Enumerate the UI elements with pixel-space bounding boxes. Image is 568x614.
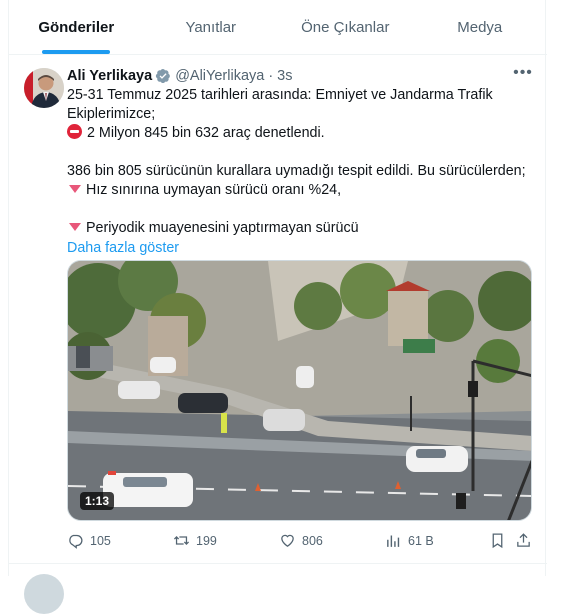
tweet-line-with-emoji: Periyodik muayenesini yaptırmayan sürücü [67, 219, 533, 238]
tab-label: Yanıtlar [185, 18, 237, 36]
tab-media[interactable]: Medya [413, 0, 548, 54]
reply-icon [69, 534, 83, 549]
avatar[interactable] [24, 68, 64, 108]
views-button[interactable]: 61 B [385, 532, 434, 549]
repost-count: 199 [196, 533, 217, 548]
tweet-header: Ali Yerlikaya @AliYerlikaya · 3s ••• [67, 65, 533, 86]
views-chart-icon [387, 535, 400, 547]
tweet-line: 386 bin 805 sürücünün kurallara uymadığı… [67, 163, 526, 179]
tweet-line-with-emoji: 2 Milyon 845 bin 632 araç denetlendi. [67, 124, 533, 143]
views-count: 61 B [408, 533, 434, 548]
separator: · [268, 68, 274, 84]
reply-count: 105 [90, 533, 111, 548]
author-handle[interactable]: @AliYerlikaya [175, 68, 264, 84]
video-thumbnail [68, 261, 531, 520]
red-triangle-down-emoji-icon [69, 223, 81, 231]
tab-replies[interactable]: Yanıtlar [144, 0, 279, 54]
more-options-icon[interactable]: ••• [513, 65, 533, 86]
tweet-line-with-emoji: Hız sınırına uymayan sürücü oranı %24, [67, 181, 533, 200]
reply-button[interactable]: 105 [67, 532, 111, 549]
active-tab-indicator [42, 50, 111, 54]
next-tweet-avatar[interactable] [24, 574, 64, 614]
share-icon [517, 533, 530, 547]
verified-badge-icon [156, 68, 171, 84]
share-button[interactable] [515, 532, 538, 549]
no-entry-emoji-icon [67, 124, 82, 139]
timeline-column: Gönderiler Yanıtlar Öne Çıkanlar Medya A… [8, 0, 547, 614]
author-name[interactable]: Ali Yerlikaya [67, 68, 152, 84]
post-time[interactable]: 3s [277, 68, 292, 84]
tweet-content: Ali Yerlikaya @AliYerlikaya · 3s ••• 25-… [67, 65, 533, 549]
tab-posts[interactable]: Gönderiler [9, 0, 144, 54]
video-player[interactable]: 1:13 [67, 260, 532, 521]
video-duration: 1:13 [80, 492, 115, 510]
tab-label: Öne Çıkanlar [301, 18, 390, 36]
show-more-link[interactable]: Daha fazla göster [67, 239, 533, 258]
tweet-line: 25-31 Temmuz 2025 tarihleri arasında: Em… [67, 87, 493, 122]
repost-button[interactable]: 199 [173, 532, 217, 549]
profile-tabs: Gönderiler Yanıtlar Öne Çıkanlar Medya [9, 0, 547, 55]
repost-icon [173, 536, 190, 545]
bookmark-button[interactable] [489, 532, 512, 549]
tab-label: Medya [457, 18, 503, 36]
like-count: 806 [302, 533, 323, 548]
red-triangle-down-emoji-icon [69, 185, 81, 193]
tweet-actions: 105 199 806 61 B [67, 532, 533, 552]
tweet-text: 25-31 Temmuz 2025 tarihleri arasında: Em… [67, 86, 533, 238]
tab-highlights[interactable]: Öne Çıkanlar [278, 0, 413, 54]
tab-label: Gönderiler [38, 18, 115, 36]
bookmark-icon [492, 533, 503, 549]
heart-icon [281, 534, 294, 547]
like-button[interactable]: 806 [279, 532, 323, 549]
tweet[interactable]: Ali Yerlikaya @AliYerlikaya · 3s ••• 25-… [9, 56, 547, 564]
